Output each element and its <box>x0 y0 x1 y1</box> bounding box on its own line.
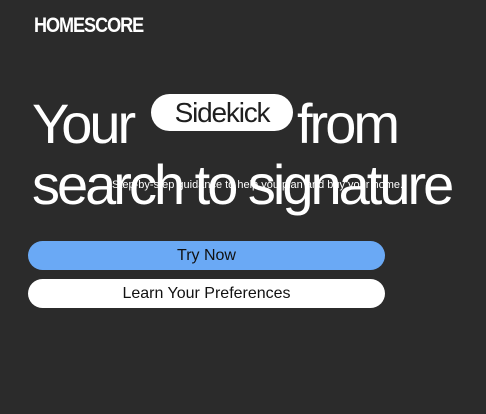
try-now-button[interactable]: Try Now <box>28 241 385 270</box>
homescore-logo: HOMESCORE <box>34 14 144 37</box>
hero-word-your: Your <box>32 92 136 155</box>
hero-subtitle: Step-by-step guidance to help you plan a… <box>112 179 404 191</box>
hero-sidekick-pill: Sidekick <box>151 94 293 131</box>
learn-preferences-button[interactable]: Learn Your Preferences <box>28 279 385 308</box>
hero-word-from: from <box>297 92 400 155</box>
